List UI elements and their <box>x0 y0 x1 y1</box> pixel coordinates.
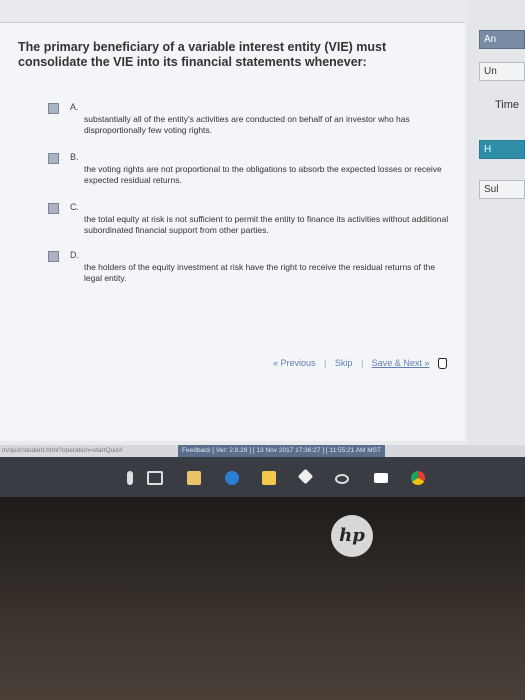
previous-link[interactable]: « Previous <box>273 358 316 368</box>
unanswered-button[interactable]: Un <box>479 62 525 81</box>
hand-cursor-icon <box>437 358 447 370</box>
option-a-checkbox[interactable] <box>48 103 59 114</box>
option-a-letter: A. <box>70 102 79 112</box>
option-c-checkbox[interactable] <box>48 203 59 214</box>
taskbar <box>0 457 525 497</box>
status-bar: m/quiz/student.html?operation=startQuiz#… <box>0 445 525 457</box>
dropbox-icon[interactable] <box>297 468 314 485</box>
nav-separator: | <box>360 358 364 368</box>
option-d-checkbox[interactable] <box>48 251 59 262</box>
option-c-letter: C. <box>70 202 79 212</box>
edge-icon[interactable] <box>225 471 239 485</box>
nav-separator: | <box>324 358 327 368</box>
task-view-icon[interactable] <box>147 471 163 485</box>
question-nav: « Previous | Skip | Save & Next » <box>270 358 450 370</box>
option-b-letter: B. <box>70 152 79 162</box>
answer-button[interactable]: An <box>479 30 525 49</box>
help-button[interactable]: H <box>479 140 525 159</box>
laptop-bezel <box>0 497 525 700</box>
status-url: m/quiz/student.html?operation=startQuiz# <box>2 447 123 454</box>
skip-link[interactable]: Skip <box>335 358 353 368</box>
mail-icon[interactable] <box>374 473 388 483</box>
files-icon[interactable] <box>187 471 201 485</box>
right-panel: An Un Time H Sul <box>468 0 525 455</box>
chrome-icon[interactable] <box>411 471 425 485</box>
mic-icon[interactable] <box>127 471 133 485</box>
question-text: The primary beneficiary of a variable in… <box>18 40 387 69</box>
infinity-icon[interactable] <box>335 474 349 484</box>
time-label: Time <box>494 99 519 111</box>
screen: The primary beneficiary of a variable in… <box>0 0 525 455</box>
save-next-link[interactable]: Save & Next » <box>372 358 430 368</box>
store-icon[interactable] <box>262 471 276 485</box>
hp-logo: hp <box>331 515 373 557</box>
option-d-text: the holders of the equity investment at … <box>84 262 436 283</box>
submit-button[interactable]: Sul <box>479 180 525 199</box>
status-info: Feedback [ Ver: 2.8.29 ] [ 13 Nov 2017 1… <box>178 445 385 457</box>
option-b-text: the voting rights are not proportional t… <box>84 164 442 185</box>
option-d-letter: D. <box>70 250 79 260</box>
option-a-text: substantially all of the entity's activi… <box>84 114 410 135</box>
option-b-checkbox[interactable] <box>48 153 59 164</box>
option-c-text: the total equity at risk is not sufficie… <box>84 214 449 235</box>
